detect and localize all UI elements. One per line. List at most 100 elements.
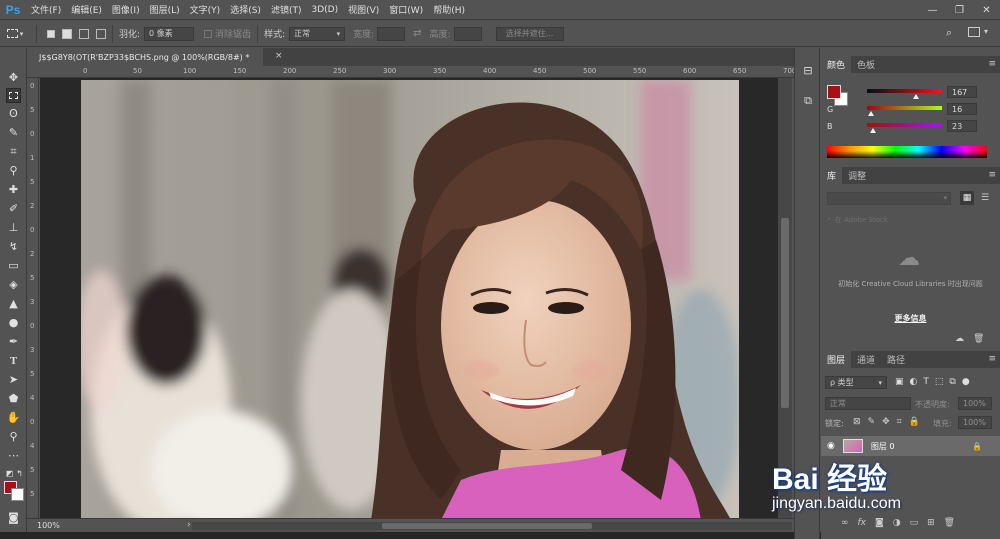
layer-filter-select[interactable]: ρ 类型 ▾ (825, 376, 887, 389)
trash-icon[interactable]: 🗑 (944, 518, 955, 528)
grid-view-icon[interactable]: ▦ (960, 191, 974, 205)
minimize-icon[interactable]: — (919, 0, 946, 20)
dodge-tool-icon[interactable]: ● (6, 315, 21, 330)
subtract-selection-icon[interactable] (79, 28, 89, 39)
menu-view[interactable]: 视图(V) (343, 3, 384, 16)
type-tool-icon[interactable]: T (6, 353, 21, 368)
horizontal-scrollbar[interactable] (192, 522, 792, 530)
brush-tool-icon[interactable]: ✐ (6, 201, 21, 216)
filter-toggle-icon[interactable]: ● (962, 377, 970, 387)
quick-select-tool-icon[interactable]: ✎ (6, 125, 21, 140)
marquee-tool-icon[interactable] (6, 88, 21, 103)
blur-tool-icon[interactable]: ▲ (6, 296, 21, 311)
search-icon[interactable]: ⌕ (946, 26, 952, 40)
width-input[interactable] (377, 26, 406, 41)
tab-swatches[interactable]: 色板 (851, 56, 881, 73)
shape-tool-icon[interactable]: ⬟ (6, 391, 21, 406)
menu-type[interactable]: 文字(Y) (185, 3, 226, 16)
marquee-preset-icon[interactable]: ▾ (0, 29, 30, 38)
move-tool-icon[interactable]: ✥ (6, 70, 21, 85)
red-slider-handle[interactable] (913, 94, 919, 99)
tab-libraries[interactable]: 库 (821, 167, 843, 184)
history-icon[interactable]: ⊟ (800, 62, 816, 78)
mask-icon[interactable]: ◙ (875, 518, 884, 528)
blue-slider-handle[interactable] (870, 128, 876, 133)
menu-3d[interactable]: 3D(D) (306, 5, 343, 15)
menu-edit[interactable]: 编辑(E) (66, 3, 107, 16)
new-layer-icon[interactable]: ⊞ (927, 518, 935, 528)
background-color-swatch[interactable] (11, 488, 24, 501)
menu-select[interactable]: 选择(S) (225, 3, 266, 16)
add-selection-icon[interactable] (62, 28, 72, 39)
select-and-mask-button[interactable]: 选择并遮住... (495, 26, 564, 41)
layer-row[interactable]: ◉ 图层 0 🔒 (821, 436, 1000, 456)
blue-slider[interactable] (867, 123, 942, 127)
vertical-scrollbar[interactable] (778, 78, 792, 518)
fx-icon[interactable]: fx (858, 518, 867, 528)
tab-channels[interactable]: 通道 (851, 351, 881, 368)
healing-brush-tool-icon[interactable]: ✚ (6, 182, 21, 197)
green-value-input[interactable]: 16 (947, 103, 977, 115)
path-select-tool-icon[interactable]: ➤ (6, 372, 21, 387)
more-info-link[interactable]: 更多信息 (833, 313, 988, 324)
link-icon[interactable]: ∞ (841, 518, 849, 528)
style-select[interactable]: 正常 ▾ (289, 26, 346, 41)
height-input[interactable] (453, 26, 482, 41)
tab-adjustments[interactable]: 调整 (842, 167, 872, 184)
blue-value-input[interactable]: 23 (947, 120, 977, 132)
group-icon[interactable]: ▭ (910, 518, 919, 528)
list-view-icon[interactable]: ☰ (978, 191, 992, 205)
pixel-filter-icon[interactable]: ▣ (895, 377, 904, 387)
new-selection-icon[interactable] (47, 29, 55, 38)
more-tools-icon[interactable]: ⋯ (6, 448, 21, 463)
green-slider-handle[interactable] (868, 111, 874, 116)
menu-file[interactable]: 文件(F) (26, 3, 66, 16)
scrollbar-thumb[interactable] (382, 523, 592, 529)
tab-paths[interactable]: 路径 (881, 351, 911, 368)
menu-icon[interactable]: ≡ (988, 59, 996, 69)
cc-sync-icon[interactable]: ☁ (955, 334, 964, 344)
visibility-eye-icon[interactable]: ◉ (827, 441, 835, 451)
tab-color[interactable]: 颜色 (821, 56, 852, 73)
shape-filter-icon[interactable]: ⬚ (935, 377, 944, 387)
menu-icon[interactable]: ≡ (988, 354, 996, 364)
chevron-down-icon[interactable]: ▾ (984, 27, 988, 36)
antialias-checkbox[interactable]: 消除锯齿 (204, 27, 251, 40)
document-tab[interactable]: J$$G8Y8(OT(R'BZP33$BCHS.png @ 100%(RGB/8… (27, 48, 263, 66)
canvas-area[interactable] (40, 78, 778, 518)
arrow-right-icon[interactable]: › (187, 520, 191, 530)
zoom-tool-icon[interactable]: ⚲ (6, 429, 21, 444)
eyedropper-tool-icon[interactable]: ⚲ (6, 163, 21, 178)
clone-stamp-tool-icon[interactable]: ⊥ (6, 220, 21, 235)
lock-transparent-icon[interactable]: ⊠ (853, 417, 861, 427)
green-slider[interactable] (867, 106, 942, 110)
menu-filter[interactable]: 滤镜(T) (266, 3, 307, 16)
lock-image-icon[interactable]: ✎ (868, 417, 876, 427)
layer-name[interactable]: 图层 0 (871, 441, 895, 452)
eraser-tool-icon[interactable]: ▭ (6, 258, 21, 273)
quick-mask-icon[interactable]: ◙ (6, 510, 21, 525)
menu-help[interactable]: 帮助(H) (428, 3, 470, 16)
tab-layers[interactable]: 图层 (821, 351, 852, 368)
close-icon[interactable]: × (275, 51, 283, 61)
smart-object-filter-icon[interactable]: ⧉ (949, 377, 955, 387)
lock-artboard-icon[interactable]: ⌗ (897, 417, 902, 427)
scrollbar-thumb[interactable] (781, 218, 789, 408)
paint-bucket-tool-icon[interactable]: ◈ (6, 277, 21, 292)
zoom-level[interactable]: 100% (37, 521, 60, 530)
fill-input[interactable]: 100% (958, 416, 992, 429)
red-value-input[interactable]: 167 (947, 86, 977, 98)
pen-tool-icon[interactable]: ✒ (6, 334, 21, 349)
feather-input[interactable]: 0 像素 (144, 26, 195, 41)
workspace-icon[interactable] (968, 27, 980, 37)
hand-tool-icon[interactable]: ✋ (6, 410, 21, 425)
restore-icon[interactable]: ❐ (946, 0, 973, 20)
color-spectrum[interactable] (827, 146, 987, 158)
menu-layer[interactable]: 图层(L) (145, 3, 185, 16)
lasso-tool-icon[interactable]: ʘ (6, 106, 21, 121)
menu-window[interactable]: 窗口(W) (384, 3, 428, 16)
intersect-selection-icon[interactable] (96, 28, 106, 39)
properties-icon[interactable]: ⧉ (800, 93, 816, 109)
foreground-color-swatch[interactable] (827, 85, 841, 99)
history-brush-tool-icon[interactable]: ↯ (6, 239, 21, 254)
